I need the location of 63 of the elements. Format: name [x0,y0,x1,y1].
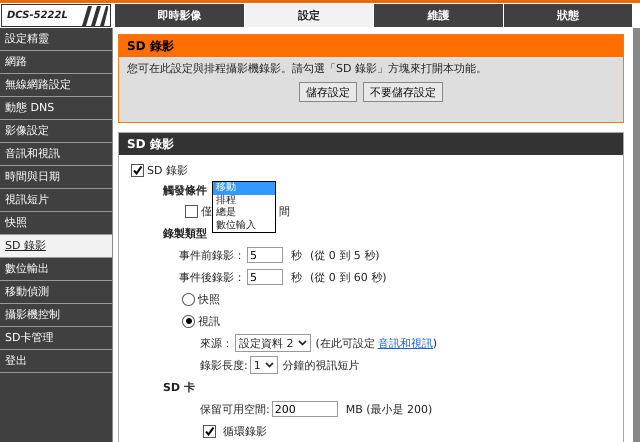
sidebar-item[interactable]: SD 錄影 [0,235,112,258]
field-label: 錄製類型 [163,226,207,240]
unit-label: 秒 [291,270,302,284]
dropdown-option[interactable]: 排程 [213,194,275,207]
checkbox-label: 間 [279,204,290,218]
sidebar-item[interactable]: 時間與日期 [0,166,112,189]
sidebar-item[interactable]: 攝影機控制 [0,304,112,327]
form-button[interactable]: 儲存設定 [299,82,357,102]
field-label: 錄影長度: [200,358,248,372]
select-field[interactable]: 1 [250,356,278,374]
sidebar-item[interactable]: 音訊和視訊 [0,143,112,166]
checkbox-label: 循環錄影 [223,424,267,438]
field-label: 事件前錄影： [179,248,245,262]
checkbox[interactable] [203,424,216,438]
sidebar-item[interactable]: 數位輸出 [0,258,112,281]
sidebar-item[interactable]: 視訊短片 [0,189,112,212]
select-field[interactable]: 設定資料 2 [235,334,310,352]
field-label: 觸發條件 [163,182,207,198]
input-field[interactable]: 5 [247,269,283,285]
dropdown-list[interactable]: 移動 排程 總是 數位輸入 [212,181,276,233]
unit-label: 秒 [291,248,302,262]
sidebar-item[interactable]: 設定精靈 [0,28,112,51]
sidebar-item[interactable]: 影像設定 [0,120,112,143]
form-button[interactable]: 不要儲存設定 [363,82,443,102]
field-label: 保留可用空間: [200,402,270,416]
nav-tab[interactable]: 維護 [374,4,504,27]
chevron-down-icon [264,362,274,368]
radio-label: 快照 [198,292,220,306]
input-field[interactable]: 200 [272,401,338,417]
sidebar-item[interactable]: 動態 DNS [0,97,112,120]
input-field[interactable]: 5 [247,247,283,263]
radio-label: 視訊 [198,314,220,328]
field-label: 來源： [200,336,233,350]
panel-title: SD 錄影 [127,39,174,53]
panel-title: SD 錄影 [127,137,174,151]
hint-text: (從 0 到 60 秒) [310,270,387,284]
dropdown-option[interactable]: 總是 [213,207,275,220]
checkbox-label: 僅 [201,204,212,218]
nav-tab[interactable]: 設定 [244,4,374,27]
description: 您可在此設定與排程攝影機錄影。請勾選「SD 錄影」方塊來打開本功能。 [127,61,488,76]
sidebar-item[interactable]: 無線網路設定 [0,74,112,97]
model-name: DCS-5222L [7,10,68,21]
settings-link[interactable]: 音訊和視訊 [378,336,433,350]
checkbox-label: SD 錄影 [147,162,188,178]
sidebar-item[interactable]: SD卡管理 [0,327,112,350]
nav-tab[interactable]: 狀態 [504,4,633,27]
sidebar-item[interactable]: 登出 [0,350,112,373]
note-text: (在此可設定 [316,336,375,350]
hint-text: MB (最小是 200) [346,402,432,416]
sidebar-item[interactable]: 網路 [0,51,112,74]
sidebar-item[interactable]: 移動偵測 [0,281,112,304]
dropdown-option[interactable]: 數位輸入 [213,220,275,232]
chevron-down-icon [298,340,306,346]
checkbox[interactable] [185,204,198,218]
field-label: 事件後錄影： [179,270,245,284]
nav-tab[interactable]: 即時影像 [115,4,244,27]
section-title: SD 卡 [163,380,195,394]
note-text: ) [432,336,438,350]
radio-button[interactable] [182,292,195,306]
radio-button[interactable] [182,314,195,328]
hint-text: (從 0 到 5 秒) [310,248,380,262]
note-text: 分鐘的視訊短片 [282,358,360,372]
checkbox[interactable] [131,164,144,176]
